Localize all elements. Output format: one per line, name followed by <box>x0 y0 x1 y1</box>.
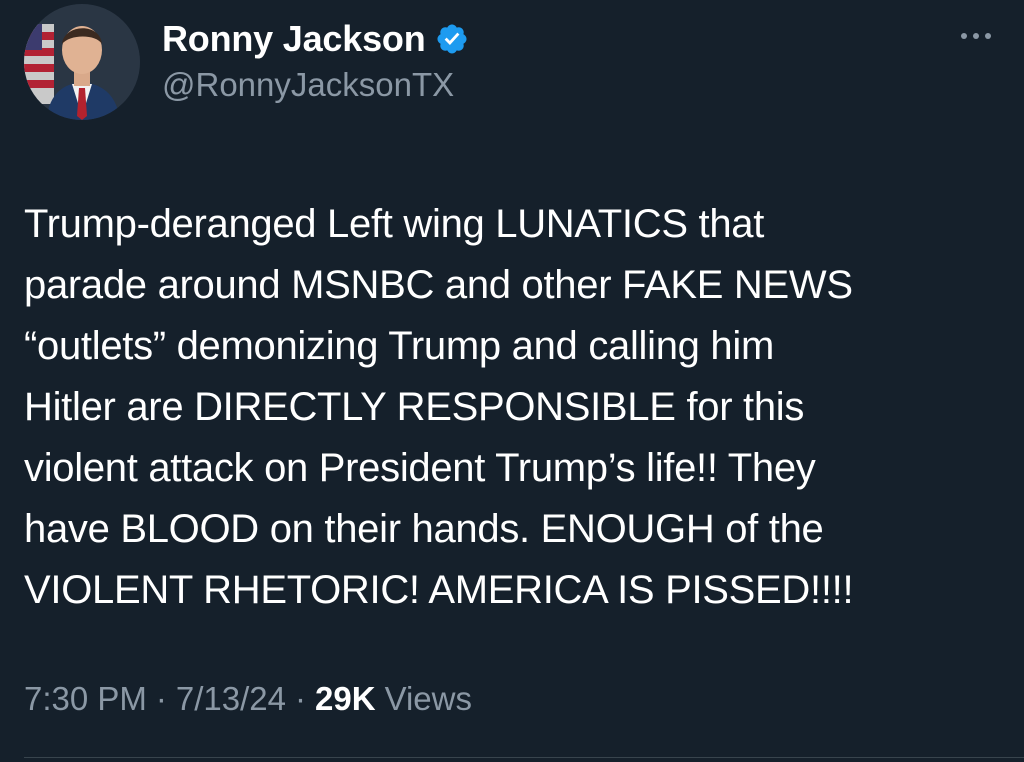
tweet-time[interactable]: 7:30 PM <box>24 680 147 718</box>
views-label[interactable]: Views <box>385 680 472 718</box>
author-handle[interactable]: @RonnyJacksonTX <box>162 66 454 104</box>
tweet-text: Trump-deranged Left wing LUNATICS that p… <box>24 202 854 612</box>
avatar-image <box>24 4 140 120</box>
more-options-icon[interactable] <box>956 24 996 48</box>
tweet-card: Ronny Jackson @RonnyJacksonTX Trump-dera… <box>0 0 1024 762</box>
divider <box>24 757 1024 758</box>
meta-separator: · <box>155 680 167 717</box>
tweet-date[interactable]: 7/13/24 <box>176 680 286 718</box>
meta-separator: · <box>295 680 307 717</box>
author-display-name[interactable]: Ronny Jackson <box>162 18 426 60</box>
verified-badge-icon <box>435 22 469 56</box>
author-avatar[interactable] <box>24 4 140 120</box>
author-name-row: Ronny Jackson <box>162 16 469 62</box>
views-count[interactable]: 29K <box>315 680 376 718</box>
tweet-metadata: 7:30 PM · 7/13/24 · 29K Views <box>24 680 472 718</box>
